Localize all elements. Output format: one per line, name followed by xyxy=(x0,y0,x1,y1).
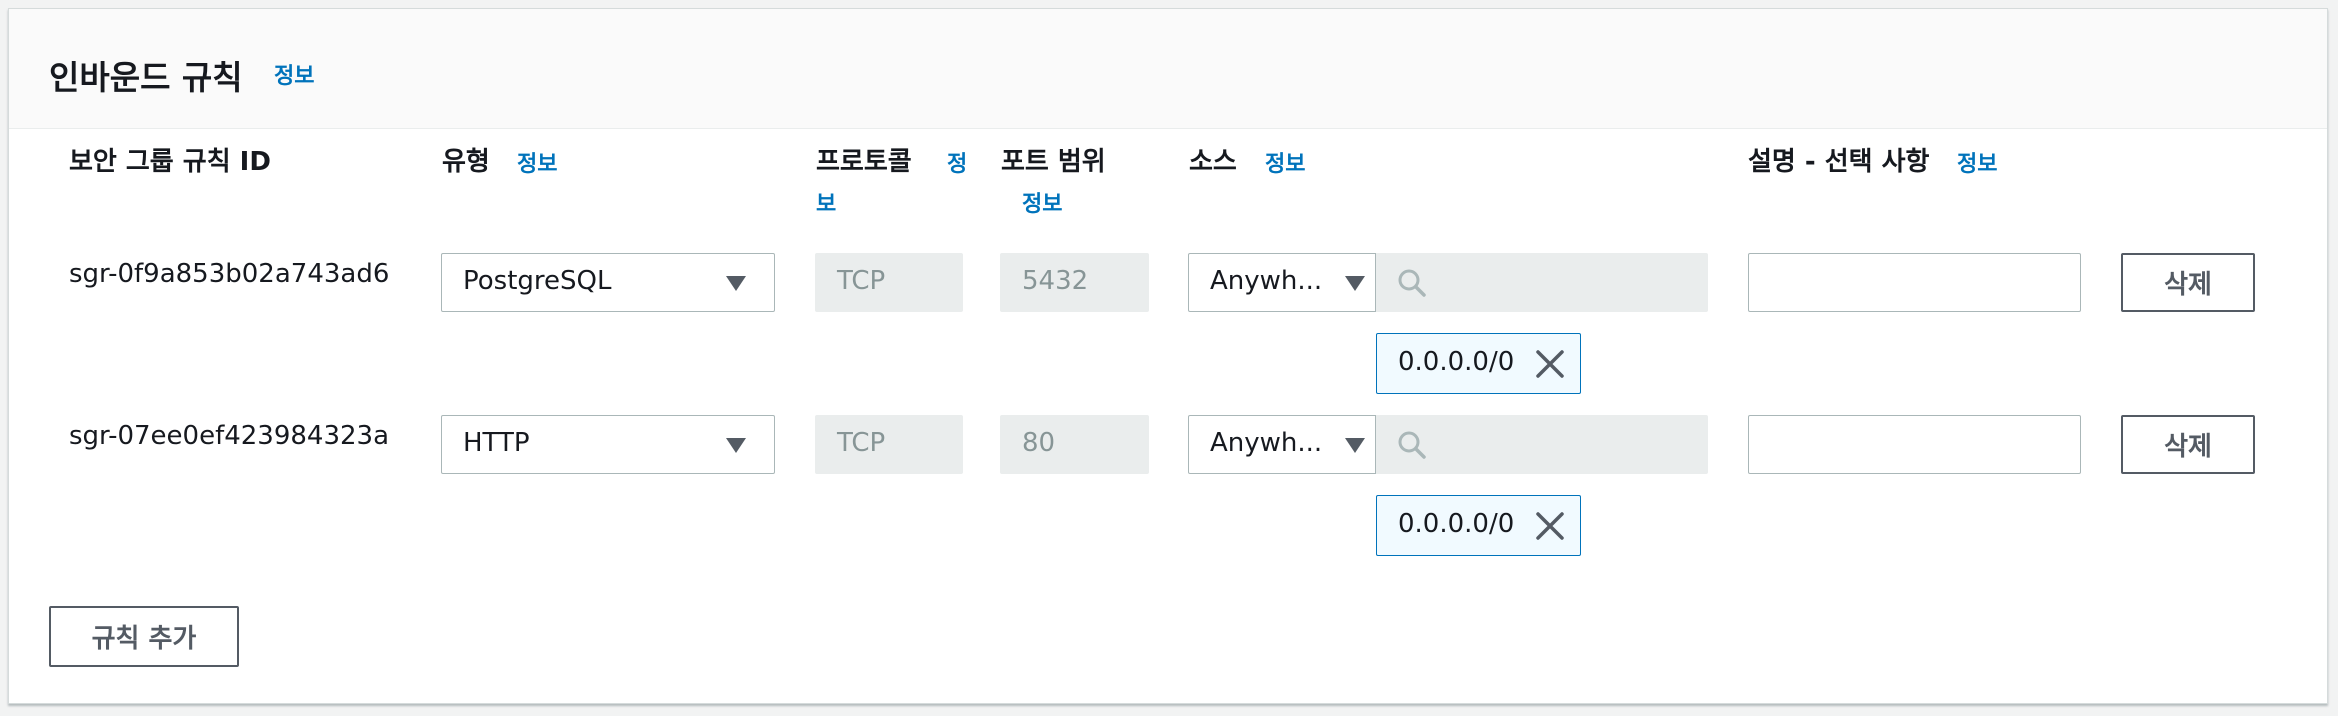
type-select-value: PostgreSQL xyxy=(463,266,612,296)
rule-id: sgr-0f9a853b02a743ad6 xyxy=(69,259,390,289)
close-icon[interactable] xyxy=(1534,348,1566,380)
type-select[interactable]: PostgreSQL xyxy=(441,253,775,312)
delete-rule-button[interactable]: 삭제 xyxy=(2121,415,2255,474)
delete-rule-button[interactable]: 삭제 xyxy=(2121,253,2255,312)
source-info-link[interactable]: 정보 xyxy=(1265,146,1305,178)
protocol-field: TCP xyxy=(815,415,963,474)
port-range-value: 5432 xyxy=(1022,266,1089,296)
source-search-input[interactable] xyxy=(1376,253,1708,312)
source-type-value: Anywh... xyxy=(1210,428,1323,458)
port-range-field: 5432 xyxy=(1000,253,1149,312)
protocol-info-part1: 정 xyxy=(947,152,968,177)
protocol-info-link[interactable]: 정 보 xyxy=(816,152,976,218)
column-header-description: 설명 - 선택 사항 xyxy=(1748,147,1930,177)
source-search-input[interactable] xyxy=(1376,415,1708,474)
title-info-link[interactable]: 정보 xyxy=(274,58,314,90)
search-icon xyxy=(1398,431,1426,459)
source-type-select[interactable]: Anywh... xyxy=(1188,253,1376,312)
type-select[interactable]: HTTP xyxy=(441,415,775,474)
column-header-rule-id: 보안 그룹 규칙 ID xyxy=(69,147,271,177)
column-header-type: 유형 xyxy=(442,147,490,177)
protocol-field: TCP xyxy=(815,253,963,312)
column-header-port-range: 포트 범위 xyxy=(1001,147,1106,177)
port-info-link[interactable]: 정보 xyxy=(1022,186,1062,218)
search-icon xyxy=(1398,269,1426,297)
rule-id: sgr-07ee0ef423984323a xyxy=(69,421,390,451)
port-range-value: 80 xyxy=(1022,428,1056,458)
source-cidr-token: 0.0.0.0/0 xyxy=(1376,333,1581,394)
source-cidr-value: 0.0.0.0/0 xyxy=(1398,347,1515,377)
protocol-info-part2: 보 xyxy=(816,192,837,217)
inbound-rules-panel: 인바운드 규칙 정보 보안 그룹 규칙 ID 유형 정보 프로토콜 정 보 포트… xyxy=(8,8,2328,704)
column-header-source: 소스 xyxy=(1189,147,1237,177)
description-info-link[interactable]: 정보 xyxy=(1957,146,1997,178)
source-type-value: Anywh... xyxy=(1210,266,1323,296)
description-input[interactable] xyxy=(1748,253,2081,312)
source-cidr-token: 0.0.0.0/0 xyxy=(1376,495,1581,556)
caret-down-icon xyxy=(726,276,746,291)
add-rule-button[interactable]: 규칙 추가 xyxy=(49,606,239,667)
type-info-link[interactable]: 정보 xyxy=(517,146,557,178)
port-range-field: 80 xyxy=(1000,415,1149,474)
panel-title: 인바운드 규칙 xyxy=(49,58,243,97)
source-type-select[interactable]: Anywh... xyxy=(1188,415,1376,474)
type-select-value: HTTP xyxy=(463,428,530,458)
close-icon[interactable] xyxy=(1534,510,1566,542)
caret-down-icon xyxy=(726,438,746,453)
protocol-value: TCP xyxy=(837,266,886,296)
source-cidr-value: 0.0.0.0/0 xyxy=(1398,509,1515,539)
caret-down-icon xyxy=(1345,276,1365,291)
panel-header: 인바운드 규칙 정보 xyxy=(9,9,2327,129)
description-input[interactable] xyxy=(1748,415,2081,474)
column-header-protocol: 프로토콜 xyxy=(816,147,912,177)
protocol-value: TCP xyxy=(837,428,886,458)
caret-down-icon xyxy=(1345,438,1365,453)
